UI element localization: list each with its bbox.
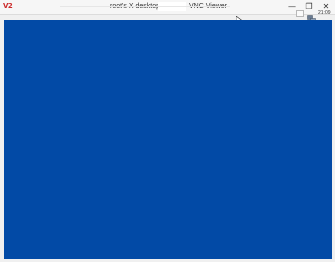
tray-clock: 21:09 [318, 10, 331, 16]
network-icon[interactable] [307, 9, 316, 24]
window-titlebar[interactable]: V2 root's X desktop VNC Viewer — ❐ ✕ [0, 0, 335, 15]
vnc-logo-icon: V2 [3, 2, 13, 10]
remote-desktop-area[interactable] [4, 20, 332, 259]
title-divider [60, 6, 230, 7]
mouse-pointer-icon [235, 9, 243, 25]
tray-box-icon[interactable] [296, 10, 304, 17]
